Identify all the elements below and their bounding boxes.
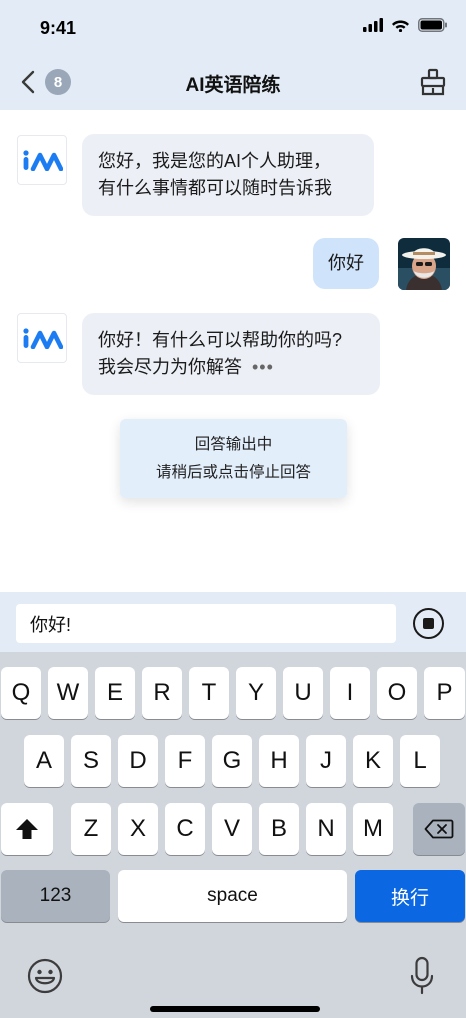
key-k[interactable]: K (353, 735, 393, 787)
key-x[interactable]: X (118, 803, 158, 855)
message-line: 您好，我是您的AI个人助理， (98, 151, 332, 171)
shift-key[interactable] (1, 803, 53, 855)
key-z[interactable]: Z (71, 803, 111, 855)
space-key[interactable]: space (118, 870, 347, 922)
home-indicator (150, 1006, 320, 1012)
key-b[interactable]: B (259, 803, 299, 855)
toast-title: 回答输出中 (194, 436, 273, 453)
key-e[interactable]: E (95, 667, 135, 719)
return-key[interactable]: 换行 (355, 870, 465, 922)
message-line: 你好！有什么可以帮助你的吗? (98, 330, 343, 350)
user-avatar-image (398, 238, 450, 290)
message-line: 有什么事情都可以随时告诉我 (98, 178, 332, 198)
key-h[interactable]: H (259, 735, 299, 787)
key-i[interactable]: I (330, 667, 370, 719)
key-m[interactable]: M (353, 803, 393, 855)
key-p[interactable]: P (424, 667, 465, 719)
user-message-bubble: 你好 (313, 238, 379, 289)
key-t[interactable]: T (189, 667, 229, 719)
stop-icon (423, 618, 434, 629)
user-avatar[interactable] (398, 238, 450, 290)
microphone-icon (410, 956, 434, 995)
status-bar: 9:41 (0, 0, 466, 56)
page-title: AI英语陪练 (185, 75, 281, 96)
key-o[interactable]: O (377, 667, 417, 719)
key-v[interactable]: V (212, 803, 252, 855)
key-c[interactable]: C (165, 803, 205, 855)
key-j[interactable]: J (306, 735, 346, 787)
toast-subtitle: 请稍后或点击停止回答 (155, 464, 311, 481)
status-icons (363, 18, 448, 32)
input-bar (0, 592, 466, 652)
battery-icon (418, 18, 447, 32)
key-q[interactable]: Q (1, 667, 41, 719)
key-r[interactable]: R (142, 667, 182, 719)
key-a[interactable]: A (24, 735, 64, 787)
stop-answer-button[interactable] (413, 608, 444, 639)
message-text: 你好 (328, 253, 364, 273)
message-input[interactable] (16, 604, 396, 643)
key-f[interactable]: F (165, 735, 205, 787)
bot-avatar (17, 135, 67, 185)
bot-logo-icon (23, 328, 63, 349)
status-time: 9:41 (40, 18, 77, 38)
clear-chat-button[interactable] (420, 68, 446, 96)
message-line: 我会尽力为你解答 (98, 357, 242, 377)
bot-logo-icon (23, 150, 63, 171)
chat-area[interactable]: 您好，我是您的AI个人助理， 有什么事情都可以随时告诉我 你好 你好！有什么可以… (0, 110, 466, 592)
key-d[interactable]: D (118, 735, 158, 787)
key-l[interactable]: L (400, 735, 440, 787)
key-y[interactable]: Y (236, 667, 276, 719)
bot-message-bubble: 你好！有什么可以帮助你的吗? 我会尽力为你解答 ••• (82, 313, 380, 395)
key-s[interactable]: S (71, 735, 111, 787)
answer-status-toast: 回答输出中 请稍后或点击停止回答 (120, 419, 347, 498)
delete-icon (424, 819, 454, 839)
broom-icon (420, 68, 446, 96)
wifi-icon (392, 20, 409, 32)
keyboard: Q W E R T Y U I O P A S D F G H J K L Z … (0, 652, 466, 1018)
emoji-icon (27, 958, 63, 994)
bot-avatar (17, 313, 67, 363)
emoji-button[interactable] (27, 958, 63, 994)
key-n[interactable]: N (306, 803, 346, 855)
typing-indicator: ••• (252, 357, 274, 377)
bot-message-bubble: 您好，我是您的AI个人助理， 有什么事情都可以随时告诉我 (82, 134, 374, 216)
key-g[interactable]: G (212, 735, 252, 787)
shift-icon (16, 819, 38, 839)
signal-icon (363, 18, 383, 32)
numbers-key[interactable]: 123 (1, 870, 110, 922)
microphone-button[interactable] (410, 956, 434, 996)
key-u[interactable]: U (283, 667, 323, 719)
key-w[interactable]: W (48, 667, 88, 719)
delete-key[interactable] (413, 803, 465, 855)
